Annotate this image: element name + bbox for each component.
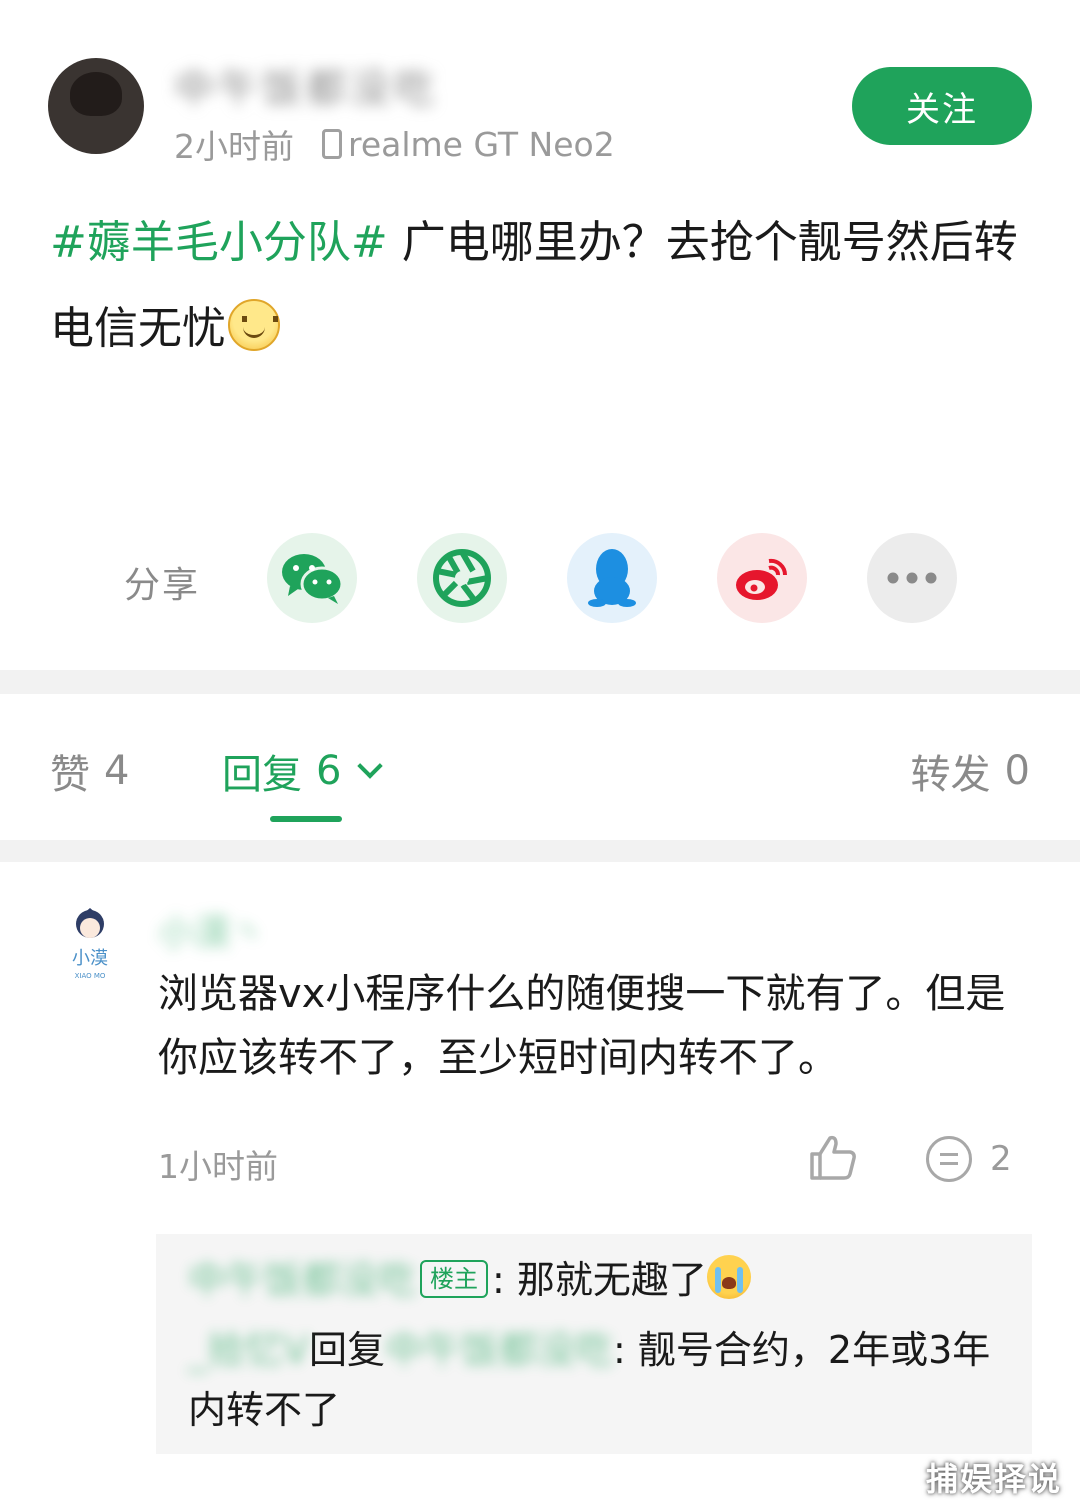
op-badge: 楼主 (420, 1260, 489, 1298)
watermark: 捕娱择说 (925, 1460, 1062, 1498)
sub-reply-target[interactable]: 中午饭都没吃 (385, 1328, 613, 1372)
weibo-icon (736, 558, 788, 600)
share-qq-button[interactable] (567, 533, 657, 623)
post-device: realme GT Neo2 (322, 125, 615, 164)
commenter-name[interactable]: 小漠丶 (158, 904, 266, 956)
author-avatar[interactable] (48, 58, 144, 154)
stats-tabs: 赞 4 回复 6 转发 0 (0, 694, 1080, 840)
replies-label: 回复 (222, 752, 302, 798)
qq-icon (588, 549, 636, 607)
comment-icon (926, 1136, 972, 1182)
chevron-down-icon[interactable] (357, 753, 384, 779)
author-name[interactable]: 中午饭都没吃 (174, 56, 438, 114)
phone-icon (322, 129, 342, 159)
topic-link[interactable]: #薅羊毛小分队# (50, 217, 388, 268)
comment-item: 小漠 XIAO MO 小漠丶 浏览器vx小程序什么的随便搜一下就有了。但是你应该… (0, 862, 1080, 1512)
share-weibo-button[interactable] (717, 533, 807, 623)
section-divider (0, 670, 1080, 694)
post-time: 2小时前 (174, 127, 294, 166)
crying-emoji-icon (706, 1255, 751, 1299)
moments-icon (433, 549, 491, 607)
sub-replies-box[interactable]: 中午饭都没吃 楼主: 那就无趣了 _拾忆V回复中午饭都没吃: 靓号合约，2年或3年… (156, 1234, 1032, 1454)
commenter-avatar[interactable]: 小漠 XIAO MO (60, 902, 120, 982)
reply-button[interactable]: 2 (926, 1136, 1012, 1182)
reply-word: 回复 (309, 1328, 386, 1372)
sub-reply-author[interactable]: _拾忆V (188, 1328, 309, 1372)
comment-time: 1小时前 (158, 1147, 278, 1186)
forwards-label: 转发 (910, 752, 991, 798)
share-moments-button[interactable] (417, 533, 507, 623)
avatar-subtext: XIAO MO (75, 972, 106, 980)
smile-emoji-icon (228, 299, 280, 351)
sub-reply-author[interactable]: 中午饭都没吃 (188, 1258, 416, 1302)
section-divider (0, 840, 1080, 862)
tab-replies[interactable]: 回复 6 (222, 742, 384, 800)
comment-reply-count: 2 (990, 1139, 1012, 1179)
tab-likes[interactable]: 赞 4 (50, 742, 129, 800)
avatar-text: 小漠 (72, 948, 108, 969)
share-more-button[interactable] (867, 533, 957, 623)
comment-text: 浏览器vx小程序什么的随便搜一下就有了。但是你应该转不了，至少短时间内转不了。 (158, 971, 1006, 1081)
active-tab-indicator (270, 816, 342, 822)
share-wechat-button[interactable] (267, 533, 357, 623)
sub-reply[interactable]: 中午饭都没吃 楼主: 那就无趣了 (188, 1250, 1000, 1310)
thumbs-up-icon[interactable] (808, 1132, 858, 1182)
sub-reply[interactable]: _拾忆V回复中午饭都没吃: 靓号合约，2年或3年内转不了 (188, 1320, 1000, 1440)
likes-label: 赞 (50, 752, 90, 798)
tab-forwards[interactable]: 转发 0 (911, 742, 1030, 800)
likes-count: 4 (104, 748, 130, 794)
forwards-count: 0 (1004, 748, 1030, 794)
sub-reply-text: : 那就无趣了 (492, 1258, 707, 1302)
replies-count: 6 (316, 748, 342, 794)
wechat-icon (282, 554, 344, 604)
share-label: 分享 (124, 565, 201, 606)
post-content: #薅羊毛小分队# 广电哪里办？去抢个靓号然后转电信无忧 (50, 200, 1040, 372)
more-icon (887, 572, 937, 584)
post-card: 中午饭都没吃 2小时前 realme GT Neo2 关注 #薅羊毛小分队# 广… (0, 0, 1080, 670)
device-name: realme GT Neo2 (348, 124, 615, 164)
follow-button[interactable]: 关注 (852, 67, 1032, 145)
post-meta: 2小时前 realme GT Neo2 (174, 120, 615, 168)
